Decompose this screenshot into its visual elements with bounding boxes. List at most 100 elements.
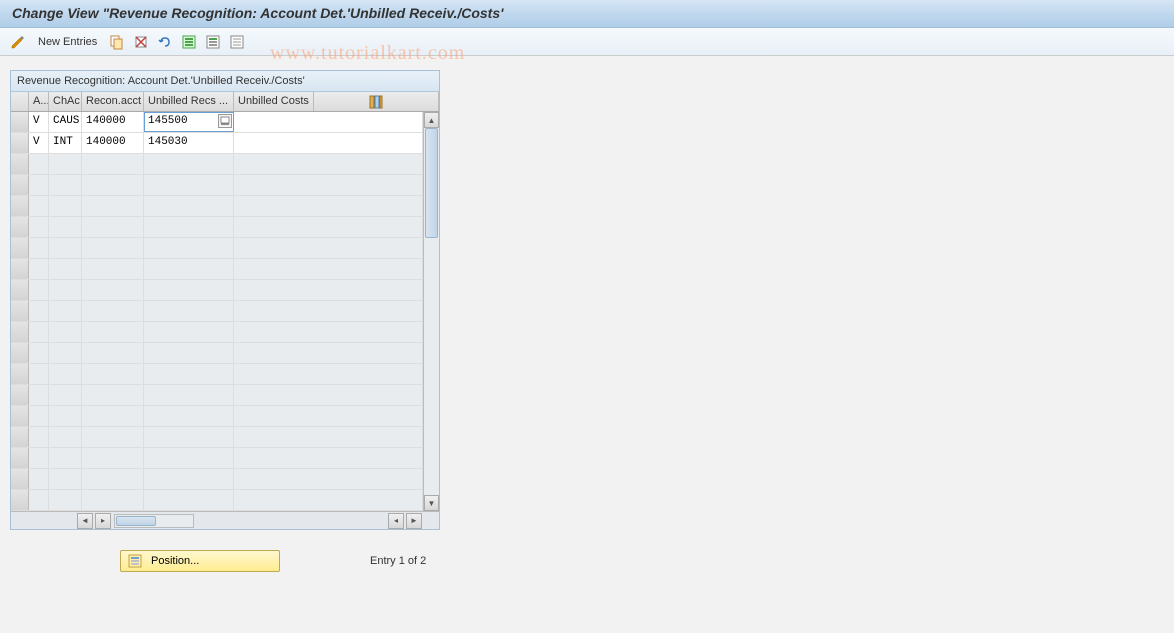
cell-unbilled-costs[interactable] [234,259,423,279]
table-row[interactable]: VCAUS140000145500 [11,112,423,133]
cell-unbilled-costs[interactable] [234,322,423,342]
cell-unbilled-costs[interactable] [234,385,423,405]
row-selector[interactable] [11,385,29,405]
undo-icon[interactable] [155,32,175,52]
cell-unbilled-costs[interactable] [234,196,423,216]
cell-a[interactable] [29,259,49,279]
new-entries-button[interactable]: New Entries [32,36,103,48]
cell-recon[interactable]: 140000 [82,133,144,153]
cell-unbilled-recs[interactable] [144,196,234,216]
row-selector[interactable] [11,196,29,216]
column-selector[interactable] [11,92,29,111]
cell-chac[interactable] [49,490,82,510]
cell-unbilled-costs[interactable] [234,490,423,510]
cell-a[interactable] [29,364,49,384]
cell-chac[interactable] [49,259,82,279]
horizontal-scrollbar[interactable]: ◄ ▸ ◂ ► [11,511,439,529]
cell-unbilled-recs[interactable] [144,301,234,321]
cell-recon[interactable] [82,238,144,258]
row-selector[interactable] [11,322,29,342]
cell-unbilled-recs[interactable] [144,280,234,300]
column-header-unbilled-recs[interactable]: Unbilled Recs ... [144,92,234,111]
row-selector[interactable] [11,448,29,468]
cell-recon[interactable] [82,280,144,300]
deselect-all-icon[interactable] [227,32,247,52]
cell-chac[interactable]: CAUS [49,112,82,132]
cell-chac[interactable] [49,385,82,405]
cell-unbilled-recs[interactable] [144,385,234,405]
cell-unbilled-recs[interactable] [144,238,234,258]
table-row[interactable] [11,175,423,196]
cell-unbilled-costs[interactable] [234,217,423,237]
cell-chac[interactable] [49,343,82,363]
table-row[interactable] [11,238,423,259]
cell-unbilled-recs[interactable] [144,490,234,510]
cell-unbilled-recs[interactable] [144,448,234,468]
select-all-icon[interactable] [179,32,199,52]
cell-unbilled-recs[interactable] [144,175,234,195]
cell-unbilled-recs[interactable]: 145030 [144,133,234,153]
cell-unbilled-costs[interactable] [234,133,423,153]
scroll-right-last-icon[interactable]: ► [406,513,422,529]
cell-unbilled-costs[interactable] [234,469,423,489]
cell-a[interactable] [29,490,49,510]
cell-a[interactable] [29,196,49,216]
table-row[interactable] [11,217,423,238]
cell-recon[interactable] [82,469,144,489]
cell-recon[interactable] [82,364,144,384]
cell-a[interactable] [29,175,49,195]
table-row[interactable] [11,280,423,301]
cell-unbilled-costs[interactable] [234,406,423,426]
cell-recon[interactable] [82,385,144,405]
row-selector[interactable] [11,343,29,363]
cell-unbilled-costs[interactable] [234,280,423,300]
table-row[interactable] [11,406,423,427]
cell-a[interactable] [29,238,49,258]
table-row[interactable] [11,154,423,175]
scroll-thumb[interactable] [425,128,438,238]
row-selector[interactable] [11,154,29,174]
cell-recon[interactable] [82,490,144,510]
cell-a[interactable] [29,280,49,300]
cell-recon[interactable] [82,427,144,447]
cell-unbilled-recs[interactable] [144,427,234,447]
table-row[interactable] [11,301,423,322]
cell-recon[interactable] [82,406,144,426]
row-selector[interactable] [11,490,29,510]
cell-unbilled-recs[interactable] [144,469,234,489]
row-selector[interactable] [11,301,29,321]
hscroll-thumb[interactable] [116,516,156,526]
scroll-track[interactable] [424,128,439,495]
scroll-right-icon[interactable]: ◂ [388,513,404,529]
cell-unbilled-costs[interactable] [234,364,423,384]
copy-as-icon[interactable] [107,32,127,52]
row-selector[interactable] [11,217,29,237]
cell-chac[interactable]: INT [49,133,82,153]
table-row[interactable] [11,196,423,217]
table-row[interactable] [11,322,423,343]
cell-unbilled-costs[interactable] [234,154,423,174]
cell-unbilled-recs[interactable] [144,217,234,237]
row-selector[interactable] [11,112,29,132]
cell-unbilled-recs[interactable] [144,406,234,426]
cell-recon[interactable] [82,196,144,216]
cell-recon[interactable] [82,448,144,468]
table-row[interactable] [11,385,423,406]
cell-recon[interactable] [82,301,144,321]
cell-a[interactable] [29,406,49,426]
scroll-left-icon[interactable]: ▸ [95,513,111,529]
row-selector[interactable] [11,427,29,447]
table-row[interactable] [11,490,423,511]
cell-a[interactable] [29,469,49,489]
cell-recon[interactable] [82,217,144,237]
cell-chac[interactable] [49,175,82,195]
hscroll-track[interactable] [114,514,194,528]
cell-a[interactable] [29,343,49,363]
cell-a[interactable]: V [29,133,49,153]
cell-chac[interactable] [49,301,82,321]
row-selector[interactable] [11,133,29,153]
cell-a[interactable] [29,427,49,447]
cell-chac[interactable] [49,196,82,216]
value-help-icon[interactable] [218,114,232,128]
cell-chac[interactable] [49,217,82,237]
